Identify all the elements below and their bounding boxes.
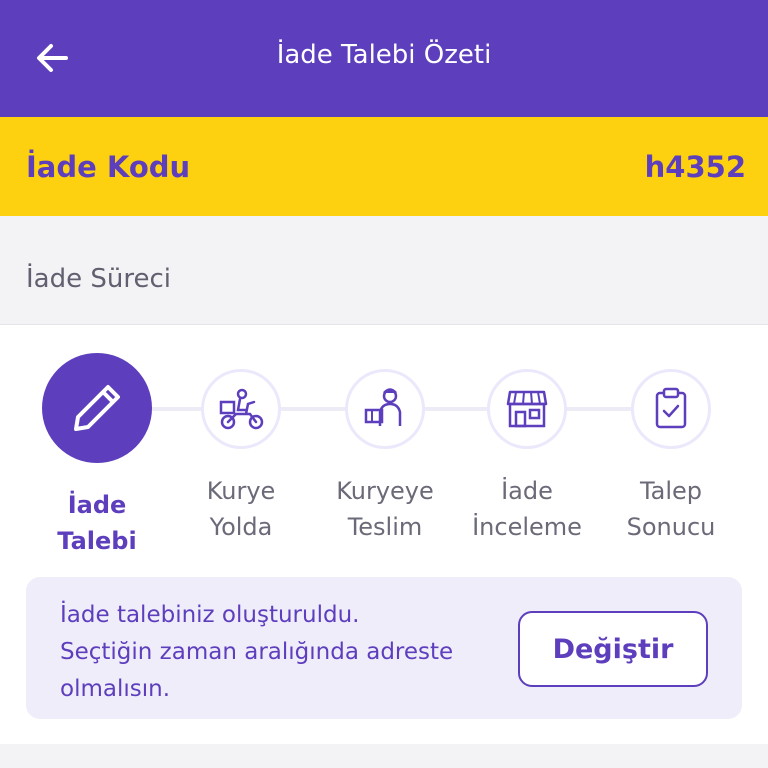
step-label: İade İnceleme [472, 477, 582, 541]
step-label: İade Talebi [57, 491, 137, 555]
info-box: İade talebiniz oluşturuldu. Seçtiğin zam… [26, 577, 742, 719]
scooter-courier-icon [219, 388, 264, 430]
change-button[interactable]: Değiştir [518, 611, 708, 687]
step-kurye-yolda: Kurye Yolda [166, 353, 316, 545]
clipboard-check-icon [655, 387, 687, 429]
return-process-card: İade Talebi Kurye Yolda Kuryeye Teslim İ… [0, 324, 768, 744]
return-code-value: h4352 [644, 150, 746, 184]
step-talep-sonucu: Talep Sonucu [596, 353, 746, 545]
pencil-icon [74, 385, 120, 431]
step-circle-active [42, 353, 152, 463]
step-circle [345, 369, 425, 449]
store-icon [506, 390, 548, 428]
step-label: Kurye Yolda [206, 477, 276, 541]
step-circle [201, 369, 281, 449]
step-iade-inceleme: İade İnceleme [452, 353, 602, 545]
step-circle [487, 369, 567, 449]
section-title: İade Süreci [26, 264, 171, 294]
info-message: İade talebiniz oluşturuldu. Seçtiğin zam… [60, 602, 454, 702]
courier-package-icon [364, 388, 402, 426]
step-circle [631, 369, 711, 449]
step-label: Talep Sonucu [626, 477, 716, 541]
page-title: İade Talebi Özeti [276, 40, 492, 70]
return-code-bar: İade Kodu h4352 [0, 117, 768, 216]
step-kuryeye-teslim: Kuryeye Teslim [310, 353, 460, 545]
bottom-divider [0, 744, 768, 768]
return-code-label: İade Kodu [26, 150, 191, 184]
step-label: Kuryeye Teslim [336, 477, 434, 541]
step-iade-talebi: İade Talebi [22, 353, 172, 559]
top-app-bar: İade Talebi Özeti [0, 0, 768, 117]
section-header: İade Süreci [0, 216, 768, 324]
